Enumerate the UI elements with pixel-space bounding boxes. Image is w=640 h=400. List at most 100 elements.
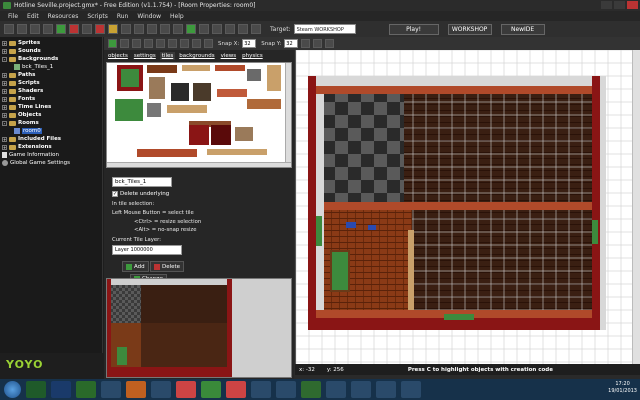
delete-layer-button[interactable]: Delete bbox=[150, 261, 185, 272]
show-options-icon[interactable] bbox=[325, 39, 335, 48]
new-project-icon[interactable] bbox=[4, 24, 14, 34]
firefox-taskbar-icon[interactable] bbox=[126, 381, 146, 398]
gamemaker-taskbar-icon[interactable] bbox=[26, 381, 46, 398]
debug-icon[interactable] bbox=[69, 24, 79, 34]
expand-icon[interactable]: + bbox=[2, 104, 7, 110]
fill-icon[interactable] bbox=[180, 39, 189, 48]
tree-item-fonts[interactable]: + Fonts bbox=[0, 95, 102, 103]
menu-run[interactable]: Run bbox=[117, 13, 129, 20]
tree-item-time-lines[interactable]: + Time Lines bbox=[0, 103, 102, 111]
expand-icon[interactable]: + bbox=[2, 40, 7, 46]
system-tray-clock[interactable]: 17:20 19/01/2013 bbox=[608, 381, 637, 395]
tree-item-objects[interactable]: + Objects bbox=[0, 111, 102, 119]
create-executable-icon[interactable] bbox=[82, 24, 92, 34]
collapse-icon[interactable]: - bbox=[2, 56, 7, 62]
photoshop-taskbar-icon[interactable] bbox=[51, 381, 71, 398]
tree-item-sprites[interactable]: + Sprites bbox=[0, 39, 102, 47]
editor-vertical-scrollbar[interactable] bbox=[632, 50, 640, 364]
expand-icon[interactable]: + bbox=[2, 48, 7, 54]
newide-button[interactable]: NewIDE bbox=[500, 23, 545, 35]
menu-file[interactable]: File bbox=[8, 13, 18, 20]
tileset-horizontal-scrollbar[interactable] bbox=[107, 162, 291, 167]
add-object-icon[interactable] bbox=[186, 24, 196, 34]
isometric-icon[interactable] bbox=[313, 39, 323, 48]
tree-item-global-game-settings[interactable]: Global Game Settings bbox=[0, 159, 102, 167]
tileset-vertical-scrollbar[interactable] bbox=[285, 63, 291, 167]
tree-item-backgrounds[interactable]: - Backgrounds bbox=[0, 55, 102, 63]
paint-taskbar-icon[interactable] bbox=[326, 381, 346, 398]
menu-scripts[interactable]: Scripts bbox=[87, 13, 108, 20]
expand-icon[interactable]: + bbox=[2, 136, 7, 142]
menu-window[interactable]: Window bbox=[137, 13, 161, 20]
menu-resources[interactable]: Resources bbox=[48, 13, 79, 20]
minimize-button[interactable] bbox=[601, 1, 612, 9]
sort-icon[interactable] bbox=[156, 39, 165, 48]
collapse-icon[interactable]: - bbox=[2, 120, 7, 126]
add-sprite-icon[interactable] bbox=[95, 24, 105, 34]
add-script-icon[interactable] bbox=[147, 24, 157, 34]
expand-icon[interactable]: + bbox=[2, 96, 7, 102]
zoom-out-icon[interactable] bbox=[204, 39, 213, 48]
room-minimap[interactable] bbox=[106, 278, 292, 378]
add-layer-button[interactable]: Add bbox=[122, 261, 149, 272]
tile-layer-select[interactable]: Layer 1000000 bbox=[112, 245, 182, 255]
game-info-icon[interactable] bbox=[212, 24, 222, 34]
add-sound-icon[interactable] bbox=[108, 24, 118, 34]
delete-underlying-row[interactable]: ✓ Delete underlying bbox=[112, 191, 169, 197]
chrome-taskbar-icon[interactable] bbox=[201, 381, 221, 398]
tab-views[interactable]: views bbox=[219, 52, 239, 60]
run-icon[interactable] bbox=[56, 24, 66, 34]
tab-backgrounds[interactable]: backgrounds bbox=[177, 52, 216, 60]
zoom-in-icon[interactable] bbox=[192, 39, 201, 48]
snap-y-input[interactable]: 32 bbox=[284, 39, 299, 48]
expand-icon[interactable]: + bbox=[2, 112, 7, 118]
tab-physics[interactable]: physics bbox=[240, 52, 265, 60]
maximize-button[interactable] bbox=[614, 1, 625, 9]
start-button[interactable] bbox=[4, 381, 21, 398]
expand-icon[interactable]: + bbox=[2, 88, 7, 94]
tab-objects[interactable]: objects bbox=[106, 52, 130, 60]
workshop-button[interactable]: WORKSHOP bbox=[447, 23, 492, 35]
add-room-icon[interactable] bbox=[199, 24, 209, 34]
chat-taskbar-icon[interactable] bbox=[176, 381, 196, 398]
excel-taskbar-icon[interactable] bbox=[76, 381, 96, 398]
explorer-taskbar-icon[interactable] bbox=[101, 381, 121, 398]
notepad-taskbar-icon[interactable] bbox=[351, 381, 371, 398]
expand-icon[interactable]: + bbox=[2, 80, 7, 86]
grid-toggle-icon[interactable] bbox=[301, 39, 311, 48]
close-button[interactable] bbox=[627, 1, 638, 9]
tree-item-scripts[interactable]: + Scripts bbox=[0, 79, 102, 87]
menu-edit[interactable]: Edit bbox=[27, 13, 39, 20]
global-settings-icon[interactable] bbox=[225, 24, 235, 34]
target-select[interactable]: Steam WORKSHOP bbox=[293, 24, 356, 34]
background-select[interactable]: bck_Tiles_1 bbox=[112, 177, 172, 187]
add-background-icon[interactable] bbox=[121, 24, 131, 34]
tab-tiles[interactable]: tiles bbox=[159, 52, 176, 60]
open-project-icon[interactable] bbox=[17, 24, 27, 34]
tree-item-game-information[interactable]: Game Information bbox=[0, 151, 102, 159]
tree-item-included-files[interactable]: + Included Files bbox=[0, 135, 102, 143]
tree-item-extensions[interactable]: + Extensions bbox=[0, 143, 102, 151]
snap-x-input[interactable]: 32 bbox=[242, 39, 257, 48]
shift-icon[interactable] bbox=[144, 39, 153, 48]
add-font-icon[interactable] bbox=[160, 24, 170, 34]
word-taskbar-icon[interactable] bbox=[376, 381, 396, 398]
save-icon[interactable] bbox=[30, 24, 40, 34]
confirm-icon[interactable] bbox=[108, 39, 117, 48]
help-icon[interactable] bbox=[251, 24, 261, 34]
room-editor-canvas[interactable] bbox=[295, 50, 640, 364]
skype-taskbar-icon[interactable] bbox=[251, 381, 271, 398]
delete-underlying-checkbox[interactable]: ✓ bbox=[112, 191, 118, 197]
tree-item-rooms[interactable]: - Rooms bbox=[0, 119, 102, 127]
play-button[interactable]: Play! bbox=[388, 23, 439, 35]
tree-item-shaders[interactable]: + Shaders bbox=[0, 87, 102, 95]
extensions-icon[interactable] bbox=[238, 24, 248, 34]
tree-item-room0[interactable]: room0 bbox=[0, 127, 102, 135]
opera-taskbar-icon[interactable] bbox=[226, 381, 246, 398]
tileset-preview[interactable] bbox=[106, 62, 292, 168]
menu-help[interactable]: Help bbox=[170, 13, 184, 20]
tree-item-sounds[interactable]: + Sounds bbox=[0, 47, 102, 55]
expand-icon[interactable]: + bbox=[2, 144, 7, 150]
tree-item-bck-tiles-1[interactable]: bck_Tiles_1 bbox=[0, 63, 102, 71]
expand-icon[interactable]: + bbox=[2, 72, 7, 78]
